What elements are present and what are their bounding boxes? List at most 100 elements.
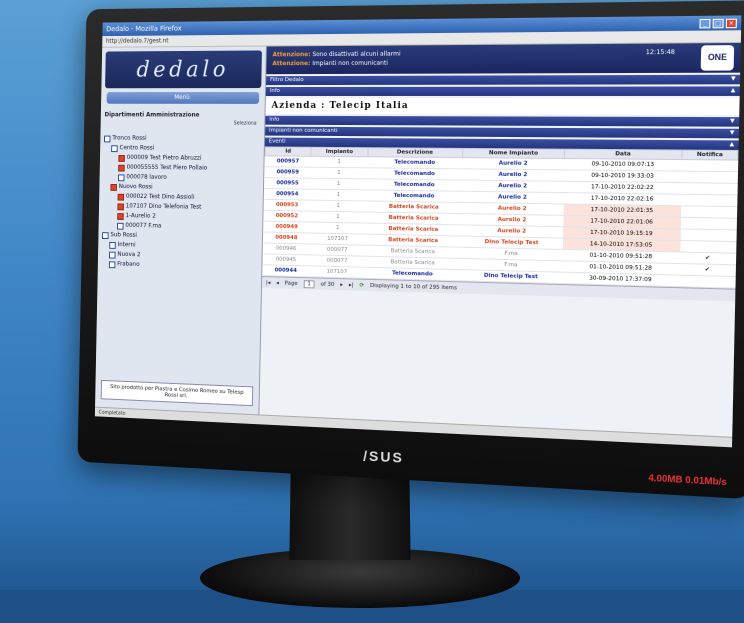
pager-summary: Displaying 1 to 10 of 295 items bbox=[369, 282, 458, 291]
alert-2-tag: Attenzione: bbox=[272, 60, 311, 68]
folder-icon bbox=[109, 241, 116, 249]
page-label: Page bbox=[284, 280, 298, 287]
cell-notifica bbox=[681, 159, 738, 172]
tree-node-label: 1-Aurelio 2 bbox=[125, 212, 156, 220]
department-label: Dipartimenti Amministrazione bbox=[104, 111, 200, 119]
close-icon[interactable]: × bbox=[725, 18, 737, 28]
dedalo-logo: dedalo bbox=[105, 50, 262, 89]
table-body: 000957 1 Telecomando Aurelio 2 09-10-2010 09… bbox=[262, 155, 738, 289]
left-panel: dedalo Menù Dipartimenti Amministrazione… bbox=[95, 46, 267, 415]
collapse-icon[interactable]: ▼ bbox=[730, 118, 735, 125]
monitor-stand-neck bbox=[289, 470, 411, 561]
folder-icon bbox=[117, 173, 125, 181]
maximize-icon[interactable]: □ bbox=[712, 18, 724, 28]
expand-icon[interactable]: ▲ bbox=[731, 87, 736, 94]
section-info-label: Info bbox=[269, 116, 280, 123]
section-not-communicating[interactable]: Impianti non comunicanti ▼ bbox=[265, 126, 739, 139]
cell-imp: 1 bbox=[310, 189, 367, 201]
first-page-icon[interactable]: |◂ bbox=[266, 280, 271, 286]
cell-id: 000957 bbox=[264, 155, 312, 168]
minimize-icon[interactable]: _ bbox=[699, 18, 711, 28]
cell-imp: 107107 bbox=[308, 265, 366, 279]
main-panel: Attenzione: Sono disattivati alcuni alla… bbox=[259, 42, 741, 437]
cell-notifica bbox=[681, 182, 738, 195]
cell-id: 000952 bbox=[263, 210, 311, 223]
section-info-top[interactable]: Info ▲ bbox=[265, 86, 740, 96]
cell-id: 000955 bbox=[264, 177, 311, 190]
monitor-screen: Dedalo - Mozilla Firefox _ □ × http://deda… bbox=[94, 15, 742, 448]
collapse-icon[interactable]: ▼ bbox=[730, 130, 735, 137]
menu-button[interactable]: Menù bbox=[106, 92, 260, 104]
alert-bar: Attenzione: Sono disattivati alcuni alla… bbox=[266, 42, 741, 75]
cell-id: 000959 bbox=[264, 166, 311, 179]
folder-icon bbox=[116, 222, 124, 230]
department-tree: Tronco Rossi Centro Rossi 000009 Test Piet… bbox=[98, 126, 264, 273]
cell-notifica bbox=[681, 171, 738, 184]
column-header[interactable]: Id bbox=[265, 146, 312, 157]
events-table: Id Impianto Descrizione Nome Impianto Data No… bbox=[262, 146, 739, 289]
column-header[interactable]: Impianto bbox=[311, 147, 368, 157]
section-events-label: Eventi bbox=[268, 138, 286, 145]
cell-notifica bbox=[679, 275, 736, 289]
next-page-icon[interactable]: ▸ bbox=[340, 282, 343, 288]
cell-notifica bbox=[680, 205, 737, 219]
app-body: dedalo Menù Dipartimenti Amministrazione… bbox=[95, 42, 741, 437]
tree-node-label: Nuova 2 bbox=[117, 250, 141, 259]
folder-icon bbox=[108, 260, 116, 268]
cell-id: 000944 bbox=[262, 264, 309, 277]
monitor: Dedalo - Mozilla Firefox _ □ × http://deda… bbox=[77, 0, 744, 500]
cell-notifica bbox=[680, 217, 737, 230]
section-filter-label: Filtro Dedalo bbox=[269, 77, 304, 84]
tree-node-label: Sub Rossi bbox=[110, 231, 138, 239]
refresh-icon[interactable]: ⟳ bbox=[359, 282, 364, 288]
tree-node-label: Centro Rossi bbox=[119, 144, 155, 152]
cell-notifica bbox=[680, 194, 737, 207]
section-not-communicating-label: Impianti non comunicanti bbox=[268, 127, 338, 134]
folder-icon bbox=[110, 183, 117, 191]
window-controls: _ □ × bbox=[697, 18, 737, 28]
window-title: Dedalo - Mozilla Firefox bbox=[106, 24, 182, 34]
cell-imp: 1 bbox=[310, 167, 368, 179]
section-filter[interactable]: Filtro Dedalo ▼ bbox=[266, 74, 741, 86]
alert-1-tag: Attenzione: bbox=[272, 51, 311, 59]
tree-node-label: Frabano bbox=[117, 260, 140, 268]
prev-page-icon[interactable]: ◂ bbox=[276, 280, 279, 286]
clock: 12:15:48 bbox=[645, 48, 676, 57]
url-text: http://dedalo.7/gest.nt bbox=[105, 37, 169, 45]
cell-imp: 1 bbox=[310, 178, 368, 190]
last-page-icon[interactable]: ▸| bbox=[349, 282, 354, 288]
folder-icon bbox=[102, 231, 109, 239]
expand-icon[interactable]: ▲ bbox=[729, 141, 734, 148]
alert-2-text: Impianti non comunicanti bbox=[312, 59, 389, 68]
alert-1-text: Sono disattivati alcuni allarmi bbox=[312, 50, 401, 59]
tree-node-label: Interni bbox=[117, 241, 136, 249]
folder-icon bbox=[117, 202, 124, 210]
cell-id: 000954 bbox=[264, 188, 311, 201]
collapse-icon[interactable]: ▼ bbox=[731, 76, 736, 83]
asus-logo: /SUS bbox=[363, 447, 405, 466]
page-of: of 30 bbox=[320, 281, 335, 288]
bezel-status: 4.00MB 0.01Mb/s bbox=[648, 472, 727, 488]
tree-node-label: Tronco Rossi bbox=[112, 134, 147, 142]
page-input[interactable]: 1 bbox=[303, 279, 315, 288]
footer-note: Sito prodotto per Piastra e Cosimo Romeo… bbox=[100, 379, 254, 407]
company-title: Azienda : Telecip Italia bbox=[265, 97, 740, 116]
checkmark-icon: ✔ bbox=[704, 255, 711, 262]
tree-node-label: 000078 lavoro bbox=[126, 173, 167, 181]
tree-node-label: Nuovo Rossi bbox=[118, 183, 153, 191]
folder-icon bbox=[103, 135, 111, 142]
folder-icon bbox=[117, 212, 124, 220]
folder-icon bbox=[109, 251, 116, 259]
brand-logo: ONE bbox=[700, 45, 735, 71]
section-info[interactable]: Info ▼ bbox=[265, 115, 740, 127]
folder-icon bbox=[117, 193, 125, 201]
alert-2: Attenzione: Impianti non comunicanti bbox=[272, 57, 734, 68]
folder-icon bbox=[118, 154, 125, 162]
checkmark-icon: ✔ bbox=[704, 266, 710, 274]
folder-icon bbox=[111, 144, 118, 152]
section-info-top-label: Info bbox=[269, 88, 280, 94]
cell-imp: 1 bbox=[310, 156, 368, 168]
column-header[interactable]: Notifica bbox=[681, 150, 738, 161]
cell-id: 000953 bbox=[264, 199, 311, 212]
folder-icon bbox=[118, 164, 125, 172]
